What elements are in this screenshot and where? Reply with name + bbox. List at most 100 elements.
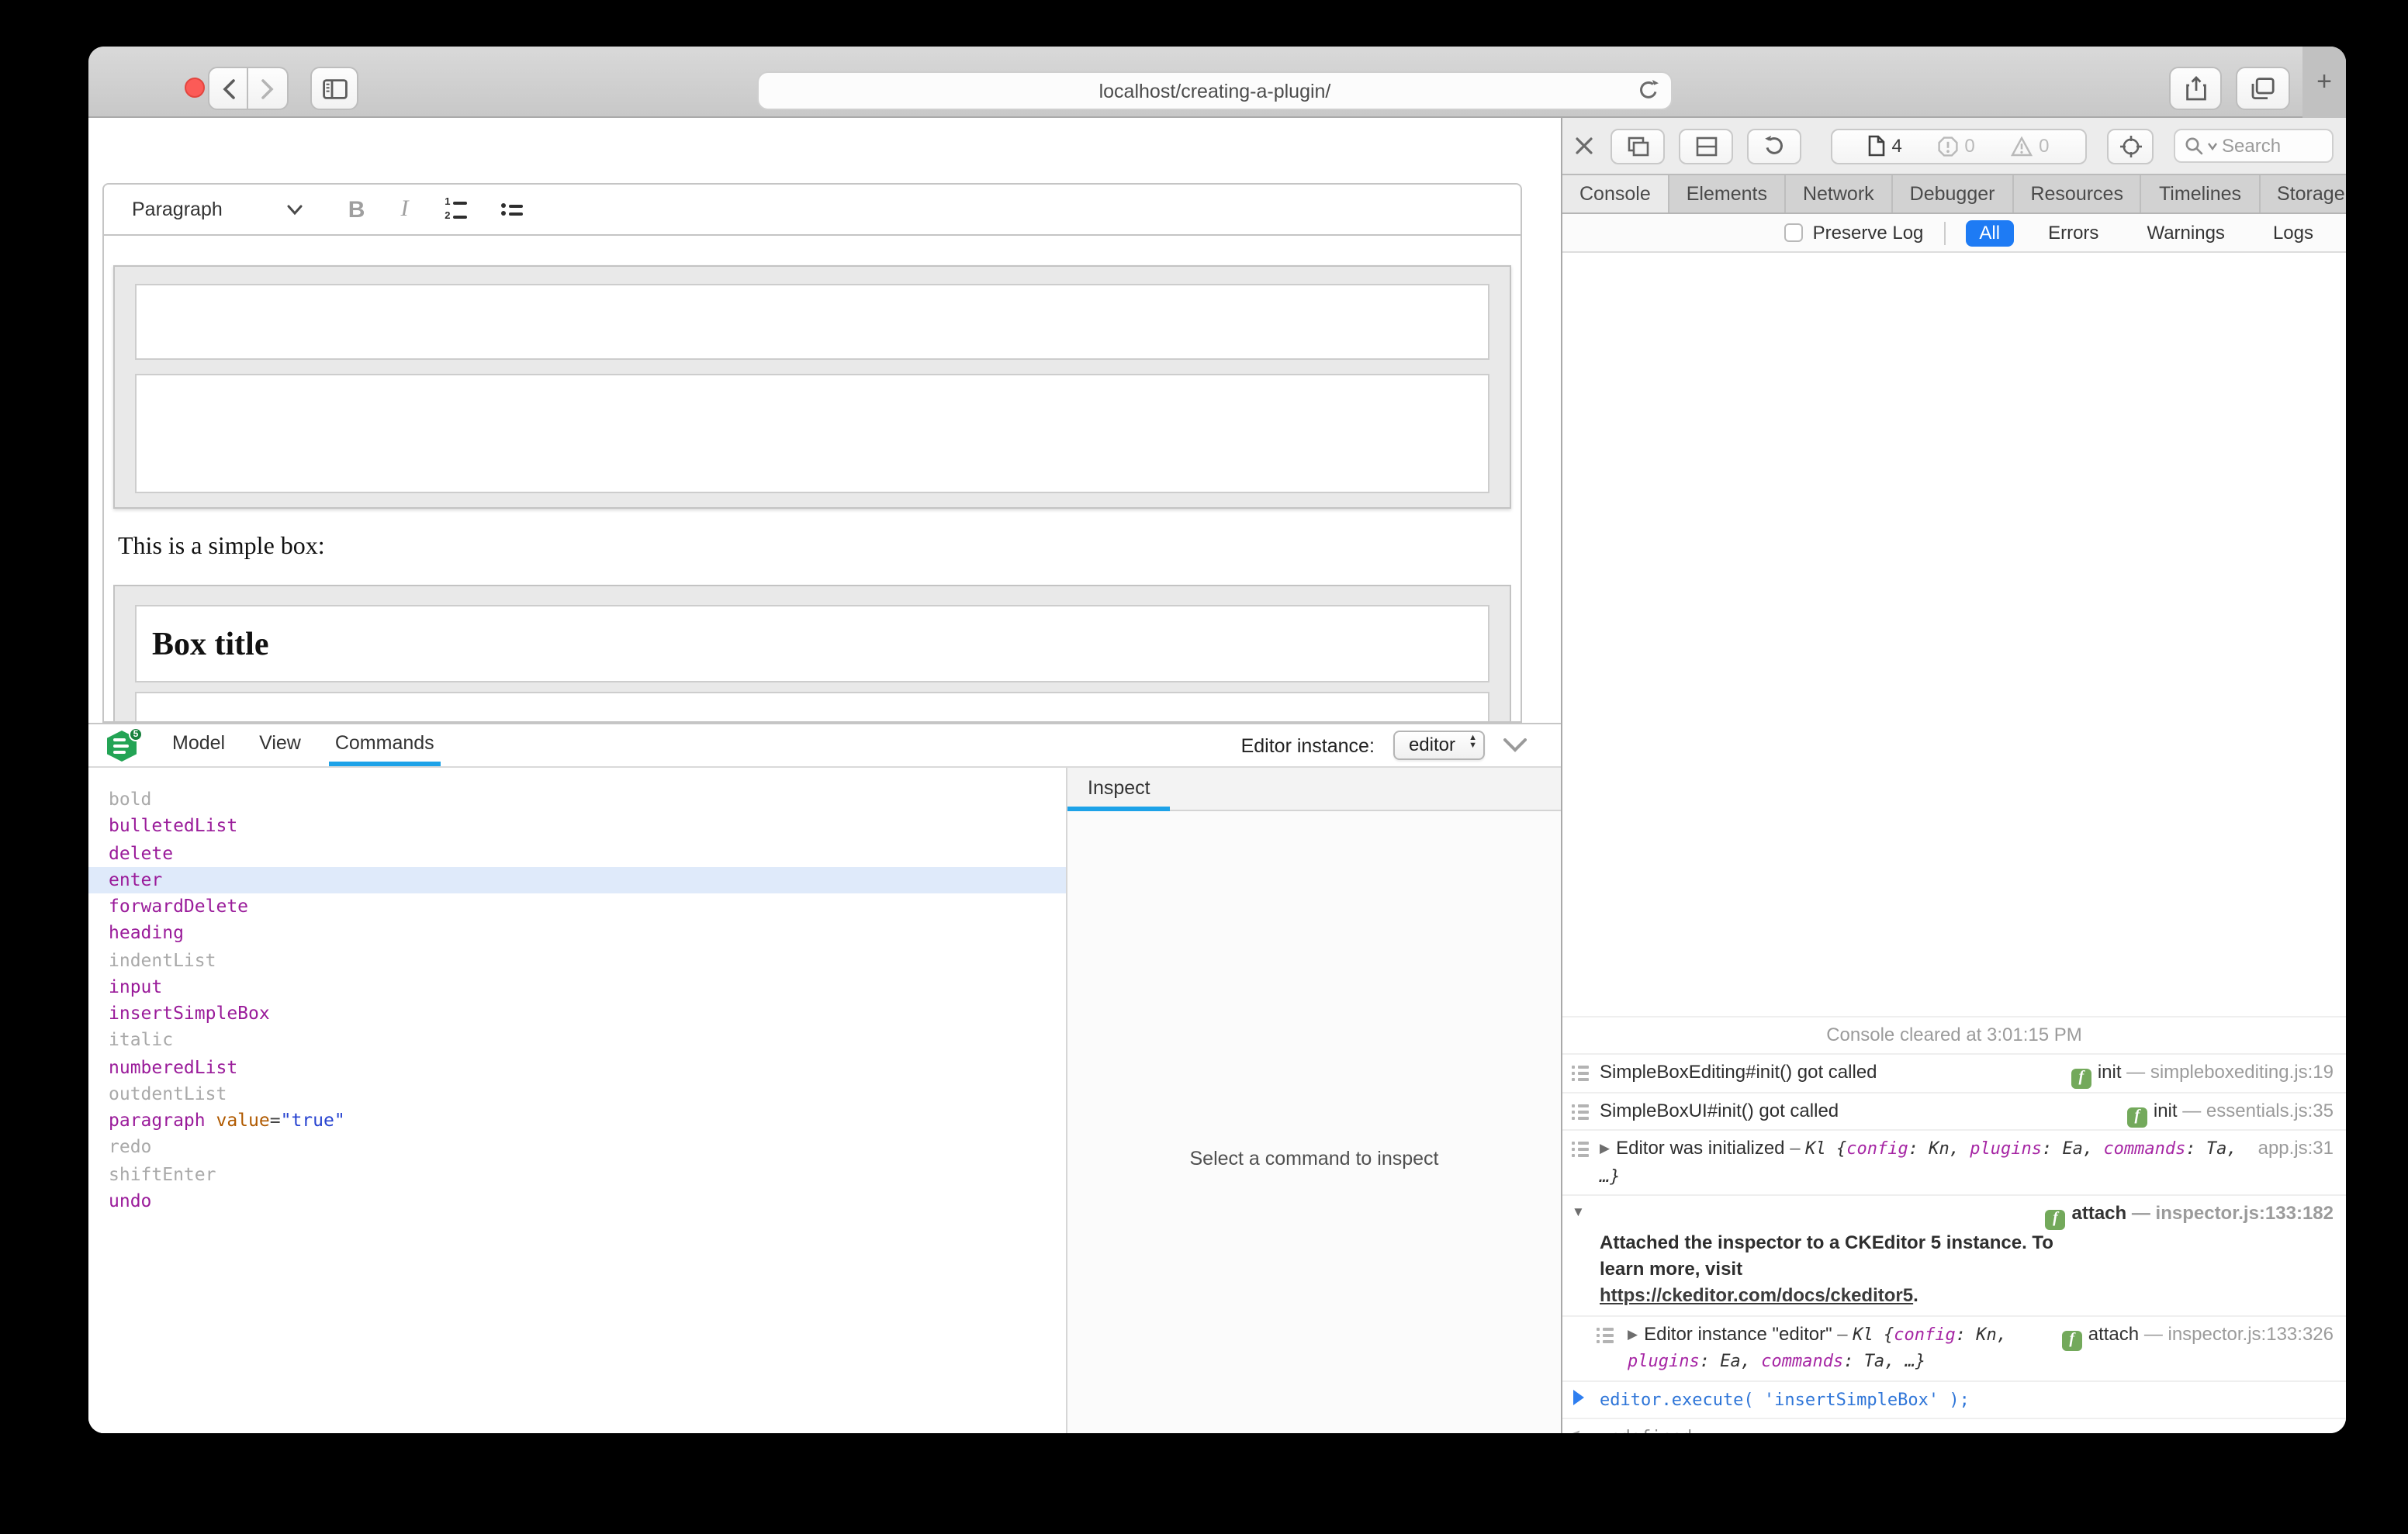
command-redo[interactable]: redo	[88, 1135, 1066, 1162]
devtools-tab-storage[interactable]: Storage	[2260, 175, 2346, 212]
command-bold[interactable]: bold	[88, 786, 1066, 814]
console-message-expandable[interactable]: fattach — inspector.js:133:326▶Editor in…	[1562, 1315, 2346, 1380]
ckeditor-logo-icon: 5	[107, 731, 140, 762]
ckeditor-inspector: 5 ModelViewCommands Editor instance: edi…	[88, 723, 1561, 1433]
console-message-attached[interactable]: fattach — inspector.js:133:182▼Attached …	[1562, 1194, 2346, 1315]
warning-triangle-icon	[2011, 136, 2033, 156]
command-undo[interactable]: undo	[88, 1188, 1066, 1215]
devtools-tab-debugger[interactable]: Debugger	[1893, 175, 2014, 212]
object-preview-segment: ,	[1884, 1352, 1905, 1372]
commands-list: boldbulletedListdeleteenterforwardDelete…	[88, 768, 1066, 1433]
devtools-search-field[interactable]	[2174, 129, 2334, 163]
preserve-log-toggle[interactable]: Preserve Log	[1785, 222, 1924, 244]
devtools-tab-elements[interactable]: Elements	[1669, 175, 1786, 212]
chevron-down-icon[interactable]	[288, 204, 303, 215]
ckeditor-docs-link[interactable]: https://ckeditor.com/docs/ckeditor5	[1600, 1285, 1913, 1307]
source-location-link[interactable]: inspector.js:133:326	[2168, 1323, 2334, 1345]
issues-summary-button[interactable]: 4 0 0	[1831, 128, 2087, 164]
console-filter-logs[interactable]: Logs	[2259, 219, 2327, 246]
editor-paragraph[interactable]: This is a simple box:	[118, 534, 1521, 561]
editor-instance-value: editor	[1409, 734, 1455, 755]
command-name: input	[109, 976, 162, 997]
sidebar-button[interactable]	[310, 67, 358, 110]
tab-view[interactable]: View	[253, 724, 307, 766]
share-button[interactable]	[2169, 67, 2222, 110]
devtools-tab-resources[interactable]: Resources	[2013, 175, 2142, 212]
command-name: undo	[109, 1190, 151, 1211]
console-input-echo[interactable]: editor.execute( 'insertSimpleBox' );	[1562, 1380, 2346, 1418]
bold-button[interactable]: B	[348, 196, 365, 223]
command-input[interactable]: input	[88, 974, 1066, 1001]
dock-side-button[interactable]	[1679, 128, 1733, 164]
console-filter-all[interactable]: All	[1965, 219, 2014, 246]
simple-box-description-field[interactable]	[135, 692, 1489, 723]
element-picker-button[interactable]	[2107, 128, 2154, 164]
chevron-left-icon	[221, 78, 235, 98]
devtools-tab-console[interactable]: Console	[1562, 175, 1669, 212]
function-name: attach	[2072, 1202, 2127, 1224]
console-filter-errors[interactable]: Errors	[2034, 219, 2112, 246]
command-bulletedList[interactable]: bulletedList	[88, 814, 1066, 841]
command-delete[interactable]: delete	[88, 840, 1066, 867]
command-italic[interactable]: italic	[88, 1028, 1066, 1055]
address-bar[interactable]: localhost/creating-a-plugin/	[757, 71, 1673, 110]
detach-devtools-button[interactable]	[1611, 128, 1665, 164]
disclosure-triangle-icon[interactable]: ▶	[1600, 1140, 1610, 1156]
close-window-button[interactable]	[185, 78, 205, 98]
close-devtools-button[interactable]	[1575, 136, 1593, 155]
object-preview-segment: –	[1785, 1137, 1806, 1159]
new-tab-button[interactable]: +	[2302, 47, 2346, 118]
console-cleared-message: Console cleared at 3:01:15 PM	[1562, 1016, 2346, 1054]
source-location-link[interactable]: inspector.js:133:182	[2156, 1202, 2334, 1224]
console-result[interactable]: <·undefined	[1562, 1418, 2346, 1433]
editor-instance-select[interactable]: editor ▲▼	[1393, 731, 1485, 760]
meta-dash: —	[2139, 1323, 2168, 1345]
command-outdentList[interactable]: outdentList	[88, 1081, 1066, 1108]
preserve-log-checkbox[interactable]	[1785, 223, 1804, 242]
disclosure-triangle-icon[interactable]: ▼	[1572, 1202, 1585, 1221]
source-location-link[interactable]: essentials.js:35	[2206, 1100, 2334, 1121]
console-message-expandable[interactable]: app.js:31▶Editor was initialized – Kl {c…	[1562, 1129, 2346, 1194]
command-enter[interactable]: enter	[88, 867, 1066, 894]
tab-commands[interactable]: Commands	[329, 724, 441, 766]
simple-box-description-field[interactable]	[135, 374, 1489, 493]
collapse-inspector-button[interactable]	[1503, 738, 1527, 752]
source-location-link[interactable]: app.js:31	[2258, 1137, 2334, 1159]
command-insertSimpleBox[interactable]: insertSimpleBox	[88, 1000, 1066, 1028]
italic-button[interactable]: I	[400, 196, 408, 223]
command-heading[interactable]: heading	[88, 921, 1066, 948]
command-paragraph[interactable]: paragraph value="true"	[88, 1107, 1066, 1135]
command-numberedList[interactable]: numberedList	[88, 1054, 1066, 1081]
numbered-list-button[interactable]: 1 2	[442, 197, 467, 222]
devtools-tab-timelines[interactable]: Timelines	[2142, 175, 2260, 212]
source-location-link[interactable]: simpleboxediting.js:19	[2150, 1062, 2334, 1083]
disclosure-triangle-icon[interactable]: ▶	[1628, 1326, 1638, 1342]
command-name: redo	[109, 1136, 151, 1158]
devtools-tab-network[interactable]: Network	[1786, 175, 1893, 212]
console-message[interactable]: finit — essentials.js:35SimpleBoxUI#init…	[1562, 1092, 2346, 1130]
command-shiftEnter[interactable]: shiftEnter	[88, 1161, 1066, 1188]
reload-page-button[interactable]	[1747, 128, 1801, 164]
back-button[interactable]	[208, 67, 248, 110]
result-arrow-icon: <·	[1570, 1425, 1586, 1433]
console-filter-warnings[interactable]: Warnings	[2133, 219, 2239, 246]
simple-box-widget-empty[interactable]	[113, 265, 1511, 509]
command-indentList[interactable]: indentList	[88, 947, 1066, 974]
simple-box-title-field[interactable]	[135, 284, 1489, 360]
console-message[interactable]: finit — simpleboxediting.js:19SimpleBoxE…	[1562, 1054, 2346, 1092]
paragraph-dropdown[interactable]: Paragraph	[132, 199, 223, 220]
simple-box-widget[interactable]: Box title	[113, 585, 1511, 723]
reload-icon	[1764, 134, 1784, 157]
object-preview-segment: ,	[2226, 1138, 2237, 1159]
function-name: init	[2154, 1100, 2178, 1121]
reload-icon[interactable]	[1638, 79, 1659, 102]
bulleted-list-button[interactable]	[501, 203, 523, 216]
command-forwardDelete[interactable]: forwardDelete	[88, 893, 1066, 921]
console-log-icon	[1572, 1065, 1589, 1082]
tab-overview-button[interactable]	[2236, 67, 2290, 110]
tab-inspect[interactable]: Inspect	[1067, 768, 1171, 811]
search-input[interactable]	[2222, 135, 2315, 157]
tab-model[interactable]: Model	[166, 724, 231, 766]
simple-box-title-field[interactable]: Box title	[135, 605, 1489, 682]
forward-button[interactable]	[248, 67, 289, 110]
